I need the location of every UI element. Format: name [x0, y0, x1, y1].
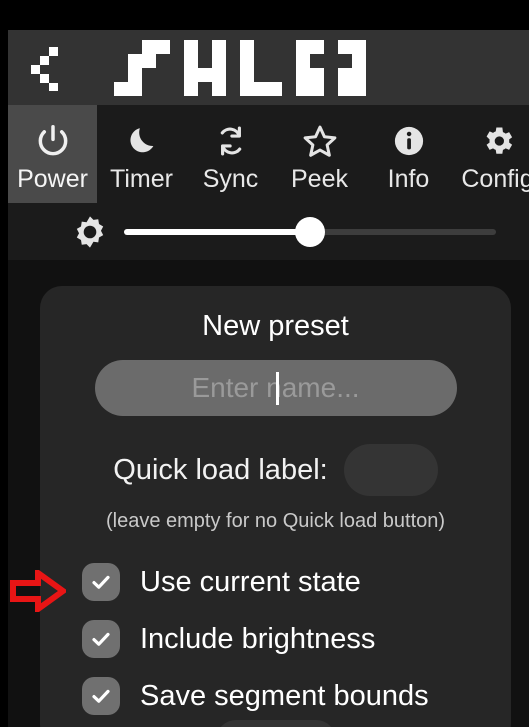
main-toolbar: Power Timer Sync Peek Info Config: [8, 105, 529, 203]
tab-label: Peek: [291, 165, 348, 193]
check-icon: [92, 575, 110, 589]
check-icon: [92, 632, 110, 646]
tab-config[interactable]: Config: [453, 105, 529, 203]
tab-sync[interactable]: Sync: [186, 105, 275, 203]
option-label: Use current state: [140, 565, 361, 598]
slider-thumb[interactable]: [295, 216, 325, 247]
star-icon: [300, 118, 340, 164]
app-logo: [86, 39, 529, 96]
option-use-current-state[interactable]: Use current state: [58, 553, 493, 610]
tab-label: Timer: [110, 165, 173, 193]
new-preset-card: New preset Enter name... Quick load labe…: [40, 286, 511, 727]
option-save-segment-bounds[interactable]: Save segment bounds: [58, 667, 493, 724]
page-title: New preset: [202, 310, 349, 342]
main-content: New preset Enter name... Quick load labe…: [8, 260, 529, 727]
tab-power[interactable]: Power: [8, 105, 97, 203]
option-include-brightness[interactable]: Include brightness: [58, 610, 493, 667]
sync-icon: [213, 118, 249, 164]
gear-icon: [480, 118, 516, 164]
brightness-row: [8, 203, 529, 260]
wled-pixel-logo: [114, 39, 366, 96]
tab-label: Sync: [202, 165, 259, 193]
tab-label: Config: [461, 165, 529, 193]
tab-peek[interactable]: Peek: [275, 105, 364, 203]
quick-load-label: Quick load label:: [113, 454, 328, 486]
checkbox[interactable]: [82, 619, 120, 658]
quick-load-hint: (leave empty for no Quick load button): [105, 510, 446, 532]
quick-load-input[interactable]: [343, 444, 438, 496]
partially-visible-button[interactable]: [215, 720, 336, 727]
tab-timer[interactable]: Timer: [97, 105, 186, 203]
info-icon: [391, 118, 427, 164]
slider-fill: [124, 228, 310, 235]
quick-load-row: Quick load label:: [58, 444, 493, 496]
preset-options-list: Use current state Include brightness Sav…: [58, 553, 493, 724]
check-icon: [92, 689, 110, 703]
back-button[interactable]: [8, 30, 86, 105]
moon-icon: [125, 118, 159, 164]
tab-info[interactable]: Info: [364, 105, 453, 203]
checkbox[interactable]: [82, 676, 120, 715]
option-label: Save segment bounds: [140, 679, 429, 712]
app-header: [8, 30, 529, 105]
power-icon: [34, 118, 72, 164]
wled-app: Power Timer Sync Peek Info Config New pr…: [8, 30, 529, 727]
checkbox[interactable]: [82, 562, 120, 601]
tab-label: Power: [17, 165, 88, 193]
chevron-left-icon: [31, 46, 58, 91]
tab-label: Info: [387, 165, 430, 193]
brightness-sun-icon: [68, 214, 112, 250]
screenshot-root: Power Timer Sync Peek Info Config New pr…: [0, 0, 529, 727]
option-label: Include brightness: [140, 622, 376, 655]
brightness-slider[interactable]: [124, 216, 496, 247]
text-caret: [275, 372, 279, 405]
preset-name-input[interactable]: Enter name...: [94, 360, 457, 416]
